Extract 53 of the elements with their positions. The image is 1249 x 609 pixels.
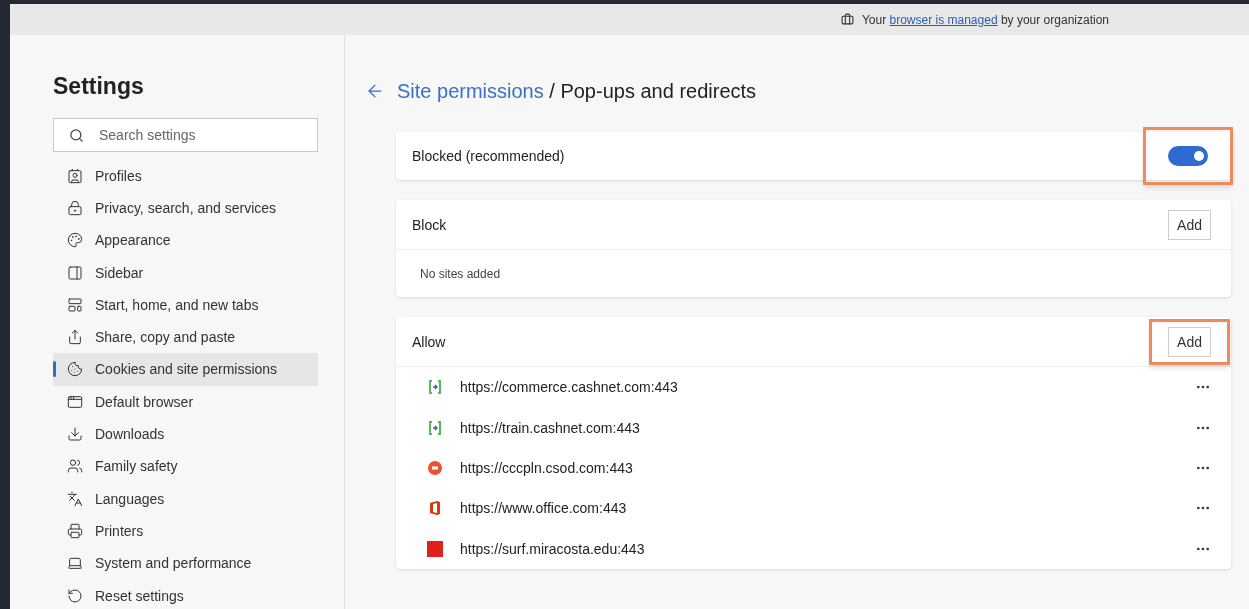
site-url: https://train.cashnet.com:443 xyxy=(460,418,641,438)
site-logo-icon xyxy=(428,419,442,436)
sidebar-item[interactable]: Languages xyxy=(53,482,318,515)
briefcase-icon xyxy=(840,13,854,26)
setting-label: Blocked (recommended) xyxy=(412,147,565,166)
browser-window-icon xyxy=(67,393,83,410)
sidebar-item[interactable]: Printers xyxy=(53,514,318,548)
site-url: https://surf.miracosta.edu:443 xyxy=(460,539,646,559)
site-logo-icon xyxy=(428,500,442,517)
sidebar-item[interactable]: Share, copy and paste xyxy=(53,321,318,354)
window-icon xyxy=(67,296,83,313)
sidebar-item[interactable]: Default browser xyxy=(53,385,318,418)
sidebar-item[interactable]: Reset settings xyxy=(53,579,318,609)
laptop-icon xyxy=(67,555,83,572)
page-title: Site permissions / Pop-ups and redirects xyxy=(397,79,757,104)
people-icon xyxy=(67,458,83,475)
printer-icon xyxy=(67,522,83,539)
panel-icon xyxy=(67,264,83,281)
site-logo-icon xyxy=(427,540,443,557)
search-icon xyxy=(69,127,84,143)
section-title: Allow xyxy=(412,332,446,352)
lock-icon xyxy=(67,199,83,216)
site-logo-icon xyxy=(427,459,443,476)
sidebar-item[interactable]: Downloads xyxy=(53,417,318,451)
managed-link[interactable]: browser is managed xyxy=(889,12,998,27)
add-button[interactable]: Add xyxy=(1168,209,1211,240)
sidebar-item[interactable]: Privacy, search, and services xyxy=(53,191,318,225)
share-icon xyxy=(67,329,83,346)
sidebar-item[interactable]: Appearance xyxy=(53,224,318,257)
site-url: https://cccpln.csod.com:443 xyxy=(460,458,634,478)
empty-message: No sites added xyxy=(420,265,501,282)
breadcrumb-link[interactable]: Site permissions xyxy=(397,80,544,102)
site-url: https://www.office.com:443 xyxy=(460,499,628,519)
search-field[interactable]: Search settings xyxy=(53,117,318,152)
sidebar-item[interactable]: Cookies and site permissions xyxy=(53,353,318,386)
reset-icon xyxy=(67,587,83,604)
selection-indicator xyxy=(53,361,56,378)
download-icon xyxy=(67,426,83,442)
settings-title: Settings xyxy=(53,72,145,101)
sidebar-item[interactable]: Start, home, and new tabs xyxy=(53,288,318,321)
palette-icon xyxy=(67,232,83,249)
languages-icon xyxy=(67,490,83,507)
toggle-switch[interactable] xyxy=(1168,146,1208,166)
section-title: Block xyxy=(412,215,447,235)
sidebar-item[interactable]: Family safety xyxy=(53,450,318,483)
site-url: https://commerce.cashnet.com:443 xyxy=(460,378,679,398)
site-logo-icon xyxy=(428,379,442,396)
add-button[interactable]: Add xyxy=(1168,326,1211,357)
sidebar-item[interactable]: Sidebar xyxy=(53,256,318,289)
profile-icon xyxy=(67,167,83,184)
sidebar-item[interactable]: Profiles xyxy=(53,159,318,192)
managed-notice: Your browser is managed by your organization xyxy=(861,11,1109,28)
sidebar-item[interactable]: System and performance xyxy=(53,547,318,580)
